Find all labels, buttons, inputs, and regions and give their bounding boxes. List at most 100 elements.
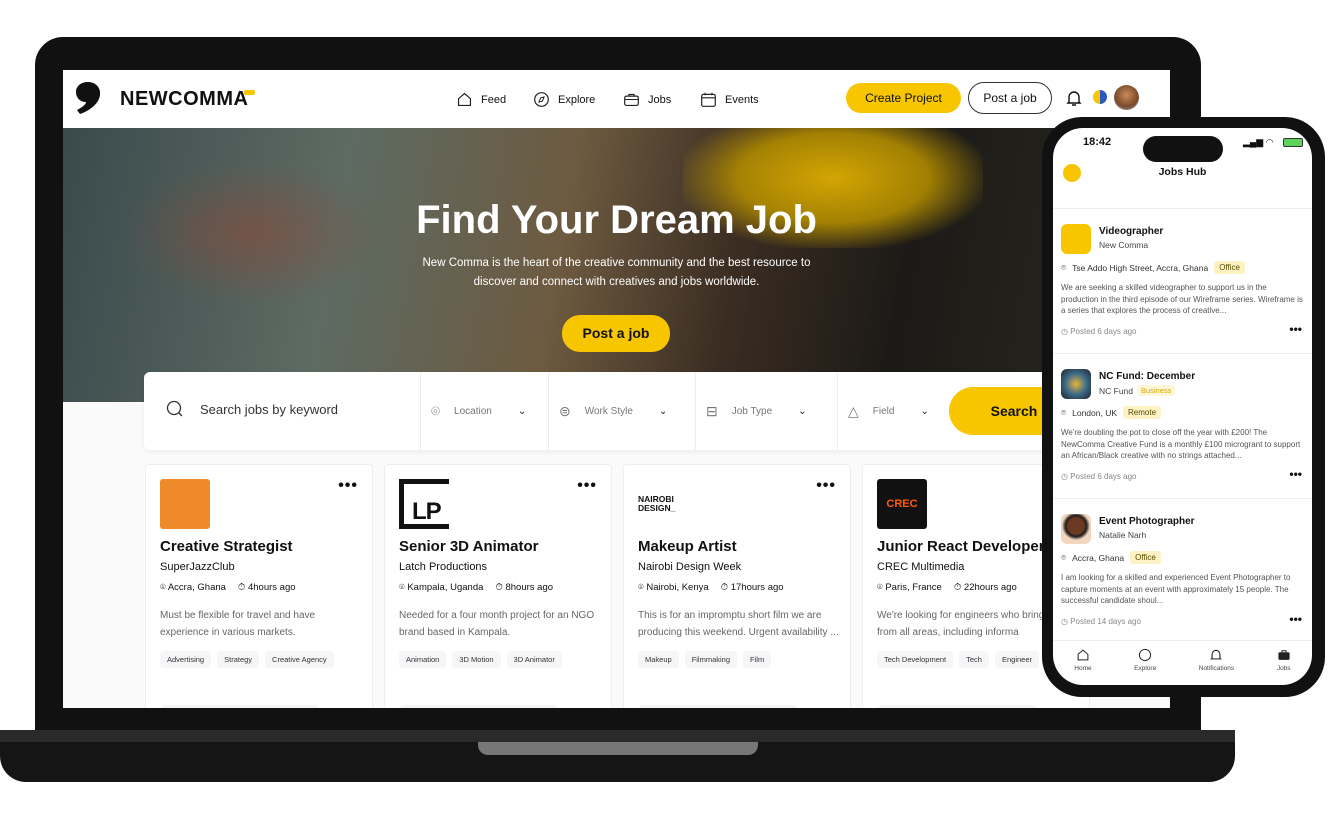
job-location: London, UK [1072,407,1118,418]
job-meta: ⌾ Nairobi, Kenya ⏱ 17hours ago [638,582,784,593]
laptop-hinge [0,730,1235,742]
job-location: Tse Addo High Street, Accra, Ghana [1072,262,1209,273]
status-time: 18:42 [1083,136,1112,148]
work-style-filter[interactable]: ⊜ Work Style ⌄ [548,372,695,450]
company-name: Natalie Narh [1099,530,1147,540]
posted-time: Posted 6 days ago [1070,327,1137,336]
location-pin-icon: ⌾ [431,402,441,420]
company-logo: LP [399,479,449,529]
more-options-icon[interactable]: ••• [577,477,597,495]
phone-page-title: Jobs Hub [1158,166,1207,178]
briefcase-icon [1278,650,1290,660]
hero-title: Find Your Dream Job [416,198,817,242]
job-title: NC Fund: December [1099,371,1196,382]
job-card[interactable]: NAIROBI DESIGN_ ••• Makeup Artist Nairob… [623,464,851,708]
tag[interactable]: Film [743,651,772,668]
tab-label: Home [1074,665,1092,672]
search-icon [166,400,183,417]
filter-label: Work Style [584,405,633,417]
field-filter[interactable]: △ Field ⌄ [837,372,947,450]
keyword-search-input[interactable]: Search jobs by keyword [166,400,338,418]
job-description: Needed for a four month project for an N… [399,610,595,638]
job-title: Makeup Artist [638,538,737,555]
tab-notifications[interactable]: Notifications [1199,648,1234,685]
tag[interactable]: Makeup [638,651,679,668]
job-time: 22hours ago [963,582,1017,593]
phone-job-item[interactable]: NC Fund: December NC Fund Business ⌾ Londo… [1053,353,1312,498]
work-style-badge: Office [1214,261,1245,274]
location-filter[interactable]: ⌾ Location ⌄ [420,372,548,450]
newcomma-logo-icon[interactable] [75,82,101,114]
tab-label: Explore [1134,665,1157,672]
tab-jobs[interactable]: Jobs [1277,648,1291,685]
post-job-nav-button[interactable]: Post a job [968,82,1052,114]
tag[interactable]: Strategy [217,651,260,668]
more-options-icon[interactable]: ••• [1289,612,1302,626]
job-title: Videographer [1099,226,1164,237]
compass-icon [534,92,549,107]
job-location: Nairobi, Kenya [646,582,709,593]
hero-subtitle: New Comma is the heart of the creative c… [422,257,811,288]
job-title: Creative Strategist [160,538,293,555]
business-badge: Business [1137,385,1176,396]
hero-post-job-button[interactable]: Post a job [562,315,670,352]
clock-icon: ◷ [1061,617,1068,626]
more-options-icon[interactable]: ••• [338,477,358,495]
chevron-down-icon: ⌄ [798,405,807,417]
chevron-down-icon: ⌄ [517,405,527,417]
location-pin-icon: ⌾ [1061,552,1067,562]
tag[interactable]: 3D Animator [506,651,562,668]
work-style-badge: Remote [1123,406,1162,419]
job-time: 17hours ago [730,582,784,593]
phone-job-item[interactable]: Videographer New Comma ⌾ Tse Addo High St… [1053,208,1312,353]
tag[interactable]: Filmmaking [684,651,738,668]
nav-label: Events [725,93,759,106]
tag[interactable]: Animation [399,651,447,668]
location-pin-icon: ⌾ Nairobi, Kenya [638,582,709,593]
location-pin-icon: ⌾ Paris, France [877,582,942,593]
posted-time: Posted 6 days ago [1070,472,1137,481]
job-type-filter[interactable]: ⊟ Job Type ⌄ [695,372,837,450]
company-logo: NAIROBI DESIGN_ [638,494,676,513]
home-icon [457,92,472,107]
job-card[interactable]: LP ••• Senior 3D Animator Latch Producti… [384,464,612,708]
bell-icon[interactable] [1066,89,1082,107]
company-logo [1061,224,1091,254]
tag[interactable]: Creative Agency [265,651,334,668]
tag[interactable]: 3D Motion [452,651,501,668]
nav-explore[interactable]: Explore [533,91,595,108]
job-card[interactable]: ••• Creative Strategist SuperJazzClub ⌾ … [145,464,373,708]
job-title: Event Photographer [1099,516,1195,527]
nav-events[interactable]: Events [700,91,759,108]
clock-icon: ◷ [1061,472,1068,481]
location-pin-icon: ⌾ Accra, Ghana [160,582,226,593]
compass-icon [1139,648,1152,662]
more-options-icon[interactable]: ••• [816,477,836,495]
avatar[interactable] [1114,85,1139,110]
tag[interactable]: Advertising [160,651,212,668]
job-meta: ⌾ Kampala, Uganda ⏱ 8hours ago [399,582,553,593]
job-description: We are seeking a skilled videographer to… [1061,283,1303,315]
location-pin-icon: ⌾ [1061,262,1067,272]
job-location: Accra, Ghana [167,582,226,593]
nav-label: Feed [481,93,507,106]
tag[interactable]: Engineer [994,651,1039,668]
nav-label: Jobs [648,93,672,106]
more-options-icon[interactable]: ••• [1289,322,1302,336]
company-logo [160,479,210,529]
card-footer [399,705,559,708]
more-options-icon[interactable]: ••• [1289,467,1302,481]
job-location: Kampala, Uganda [407,582,484,593]
tag[interactable]: Tech Development [877,651,954,668]
tab-explore[interactable]: Explore [1134,648,1156,685]
company-logo [1061,369,1091,399]
filter-label: Location [454,405,492,417]
tag[interactable]: Tech [959,651,989,668]
nav-feed[interactable]: Feed [456,91,506,108]
workspace-icon[interactable] [1093,90,1107,104]
nav-jobs[interactable]: Jobs [623,91,671,108]
phone-job-item[interactable]: Event Photographer Natalie Narh ⌾ Accra, … [1053,498,1312,643]
create-project-button[interactable]: Create Project [846,83,961,113]
tab-home[interactable]: Home [1074,648,1092,685]
filter-label: Job Type [731,405,773,417]
